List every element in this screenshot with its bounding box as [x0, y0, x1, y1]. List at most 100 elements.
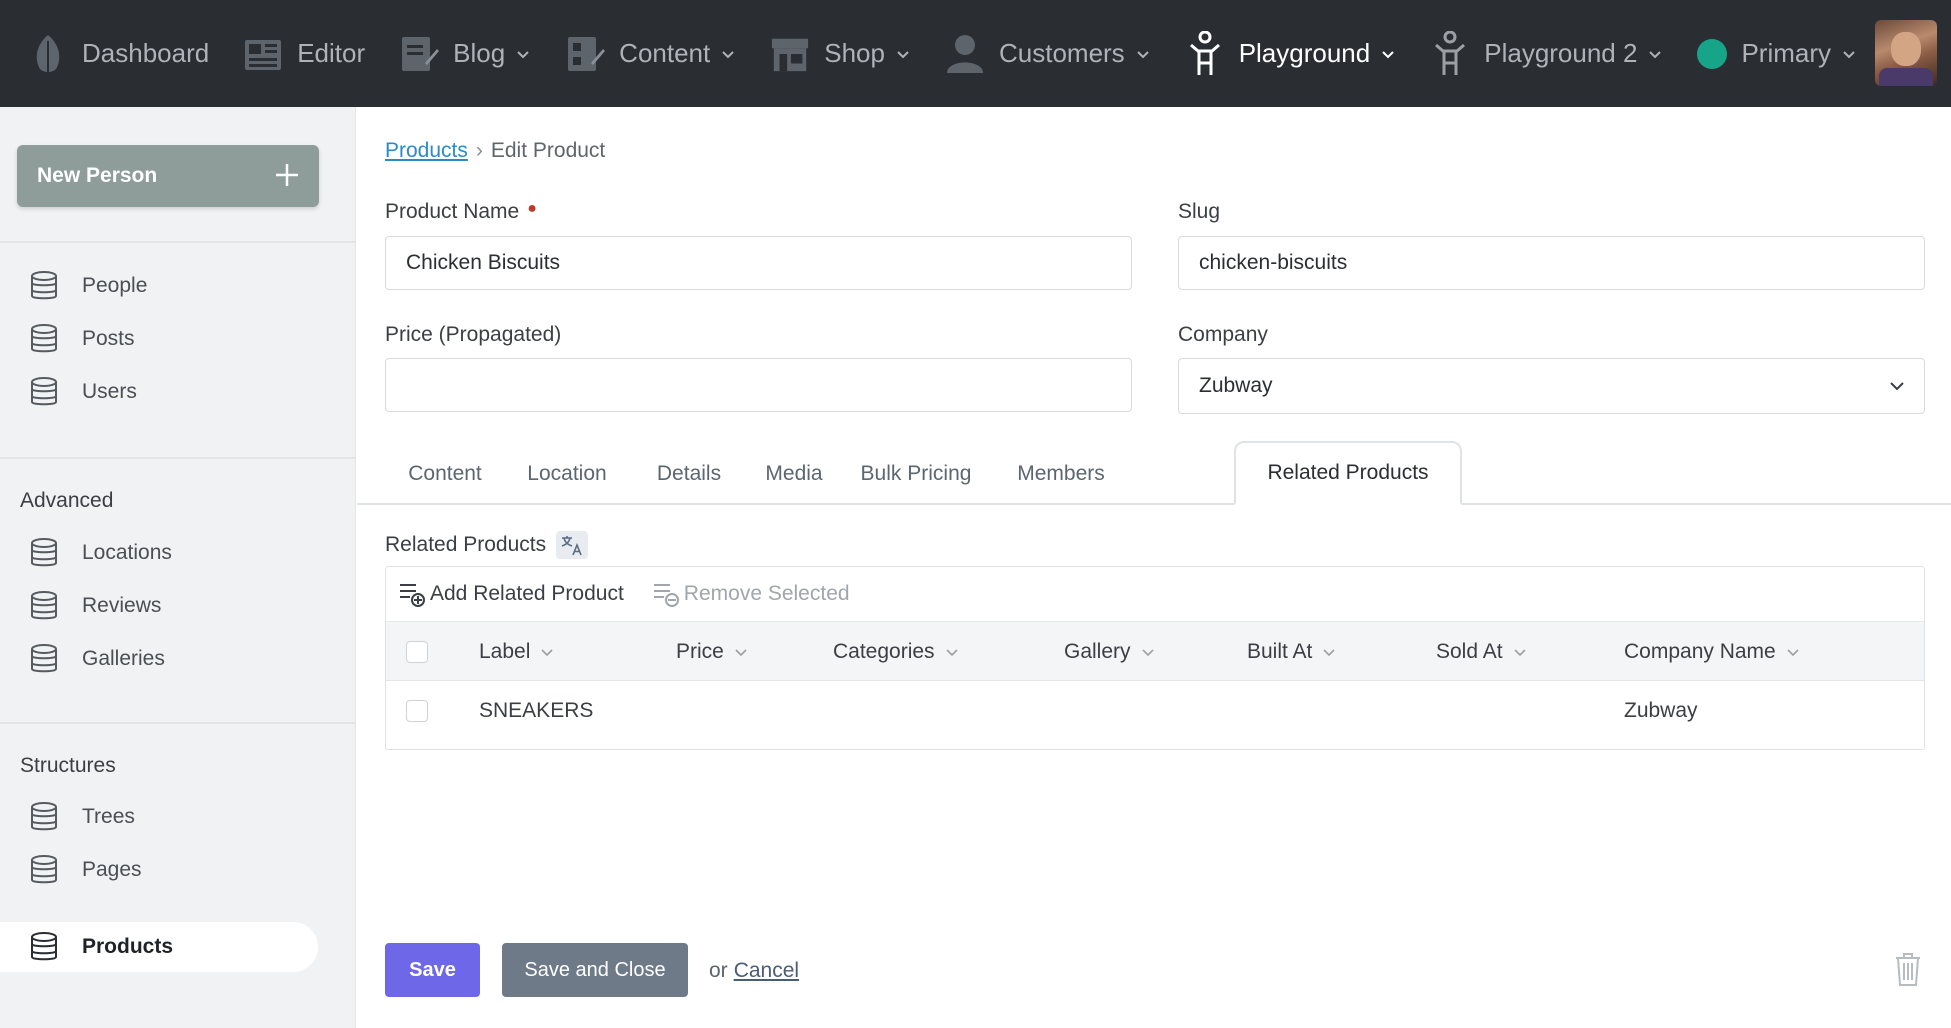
- nav-playground[interactable]: Playground: [1185, 0, 1397, 107]
- column-header-sold-at[interactable]: Sold At: [1436, 622, 1527, 682]
- new-person-button[interactable]: New Person: [17, 145, 319, 207]
- column-header-text: Company Name: [1624, 640, 1776, 663]
- product-name-label: Product Name ●: [385, 200, 537, 224]
- sidebar-item-posts[interactable]: Posts: [0, 314, 318, 364]
- nav-playground-2[interactable]: Playground 2: [1430, 0, 1663, 107]
- content-icon: [565, 31, 606, 77]
- newspaper-icon: [243, 31, 283, 77]
- column-header-text: Price: [676, 640, 724, 663]
- tab-location[interactable]: Location: [507, 443, 627, 505]
- related-products-label: Related Products: [385, 531, 589, 559]
- column-header-company-name[interactable]: Company Name: [1624, 622, 1800, 682]
- row-checkbox[interactable]: [406, 700, 428, 722]
- sidebar-divider: [0, 722, 356, 724]
- main-content: Products › Edit Product Product Name ● Ch…: [357, 107, 1951, 1028]
- tab-bulk-pricing[interactable]: Bulk Pricing: [851, 443, 981, 505]
- column-header-label[interactable]: Label: [479, 622, 554, 682]
- nav-customers[interactable]: Customers: [945, 0, 1151, 107]
- tab-bar: Content Location Details Media Bulk Pric…: [357, 441, 1951, 505]
- cell-label: SNEAKERS: [479, 699, 594, 722]
- chevron-down-icon: [1323, 649, 1335, 657]
- green-dot-icon: [1697, 38, 1728, 69]
- product-name-label-text: Product Name: [385, 200, 520, 223]
- chevron-down-icon: [1841, 46, 1857, 62]
- nav-label: Editor: [297, 38, 366, 68]
- tab-media[interactable]: Media: [749, 443, 839, 505]
- sidebar-item-people[interactable]: People: [0, 261, 318, 311]
- price-label: Price (Propagated): [385, 323, 562, 346]
- breadcrumb-products-link[interactable]: Products: [385, 139, 468, 163]
- nav-shop[interactable]: Shop: [770, 0, 911, 107]
- column-header-text: Categories: [833, 640, 935, 663]
- cancel-link[interactable]: Cancel: [734, 959, 799, 982]
- company-select[interactable]: Zubway: [1178, 358, 1925, 414]
- sidebar-section-advanced: Advanced: [20, 489, 114, 512]
- table-row[interactable]: SNEAKERS Zubway: [386, 681, 1924, 741]
- chevron-down-icon: [1135, 46, 1151, 62]
- nav-content[interactable]: Content: [565, 0, 736, 107]
- nav-label: Blog: [453, 38, 506, 68]
- sidebar-item-trees[interactable]: Trees: [0, 792, 318, 842]
- trash-icon[interactable]: [1893, 951, 1923, 987]
- related-products-grid: Add Related Product Remove Selected Labe…: [385, 566, 1925, 750]
- nav-label: Playground: [1238, 38, 1371, 68]
- sidebar-item-users[interactable]: Users: [0, 367, 318, 417]
- nav-label: Shop: [824, 38, 885, 68]
- database-icon: [31, 324, 57, 353]
- sidebar-item-locations[interactable]: Locations: [0, 528, 318, 578]
- avatar-face: [1891, 32, 1921, 66]
- column-header-gallery[interactable]: Gallery: [1064, 622, 1155, 682]
- slug-value: chicken-biscuits: [1199, 251, 1348, 274]
- database-icon: [31, 802, 57, 831]
- translate-icon[interactable]: [556, 531, 589, 559]
- sidebar-item-reviews[interactable]: Reviews: [0, 581, 318, 631]
- breadcrumb: Products › Edit Product: [385, 139, 605, 163]
- slug-input[interactable]: chicken-biscuits: [1178, 236, 1925, 290]
- column-header-built-at[interactable]: Built At: [1247, 622, 1336, 682]
- add-related-product-button[interactable]: Add Related Product: [398, 581, 624, 607]
- sidebar-item-pages[interactable]: Pages: [0, 845, 318, 895]
- tab-content[interactable]: Content: [395, 443, 495, 505]
- nav-primary[interactable]: Primary: [1697, 0, 1857, 107]
- stick-figure-icon: [1430, 30, 1470, 77]
- tab-members[interactable]: Members: [1001, 443, 1121, 505]
- column-header-text: Gallery: [1064, 640, 1131, 663]
- company-value: Zubway: [1199, 374, 1273, 397]
- chevron-down-icon: [720, 46, 736, 62]
- sidebar-item-label: Users: [82, 380, 137, 403]
- remove-list-icon: [653, 584, 679, 607]
- breadcrumb-separator: ›: [475, 139, 483, 162]
- required-indicator: ●: [527, 200, 537, 217]
- product-name-input[interactable]: Chicken Biscuits: [385, 236, 1132, 290]
- blog-edit-icon: [399, 31, 440, 77]
- company-label: Company: [1178, 323, 1268, 346]
- chevron-down-icon: [945, 649, 958, 657]
- nav-blog[interactable]: Blog: [399, 0, 531, 107]
- sidebar-item-products[interactable]: Products: [0, 922, 318, 972]
- tab-details[interactable]: Details: [639, 443, 739, 505]
- grid-header: Label Price Categories Gallery Built At …: [386, 621, 1924, 681]
- sidebar-item-label: Products: [82, 935, 174, 958]
- tab-related-products[interactable]: Related Products: [1234, 441, 1462, 505]
- chevron-down-icon: [895, 46, 911, 62]
- price-input[interactable]: [385, 358, 1132, 412]
- user-avatar[interactable]: [1875, 20, 1937, 86]
- add-related-product-label: Add Related Product: [430, 582, 624, 605]
- remove-selected-button[interactable]: Remove Selected: [652, 581, 850, 607]
- select-all-checkbox[interactable]: [406, 641, 428, 663]
- save-button[interactable]: Save: [385, 943, 480, 997]
- database-icon: [31, 932, 57, 961]
- column-header-price[interactable]: Price: [676, 622, 748, 682]
- nav-editor[interactable]: Editor: [243, 0, 365, 107]
- remove-selected-label: Remove Selected: [683, 582, 850, 605]
- person-icon: [945, 31, 985, 77]
- sidebar: New Person People Posts Users Advanced L…: [0, 107, 356, 1028]
- chevron-down-icon: [1513, 649, 1526, 657]
- save-and-close-button[interactable]: Save and Close: [502, 943, 688, 997]
- column-header-categories[interactable]: Categories: [833, 622, 959, 682]
- database-icon: [31, 591, 57, 620]
- nav-label: Content: [619, 38, 711, 68]
- sidebar-item-galleries[interactable]: Galleries: [0, 634, 318, 684]
- nav-dashboard[interactable]: Dashboard: [28, 0, 209, 107]
- cell-company-name: Zubway: [1624, 699, 1698, 722]
